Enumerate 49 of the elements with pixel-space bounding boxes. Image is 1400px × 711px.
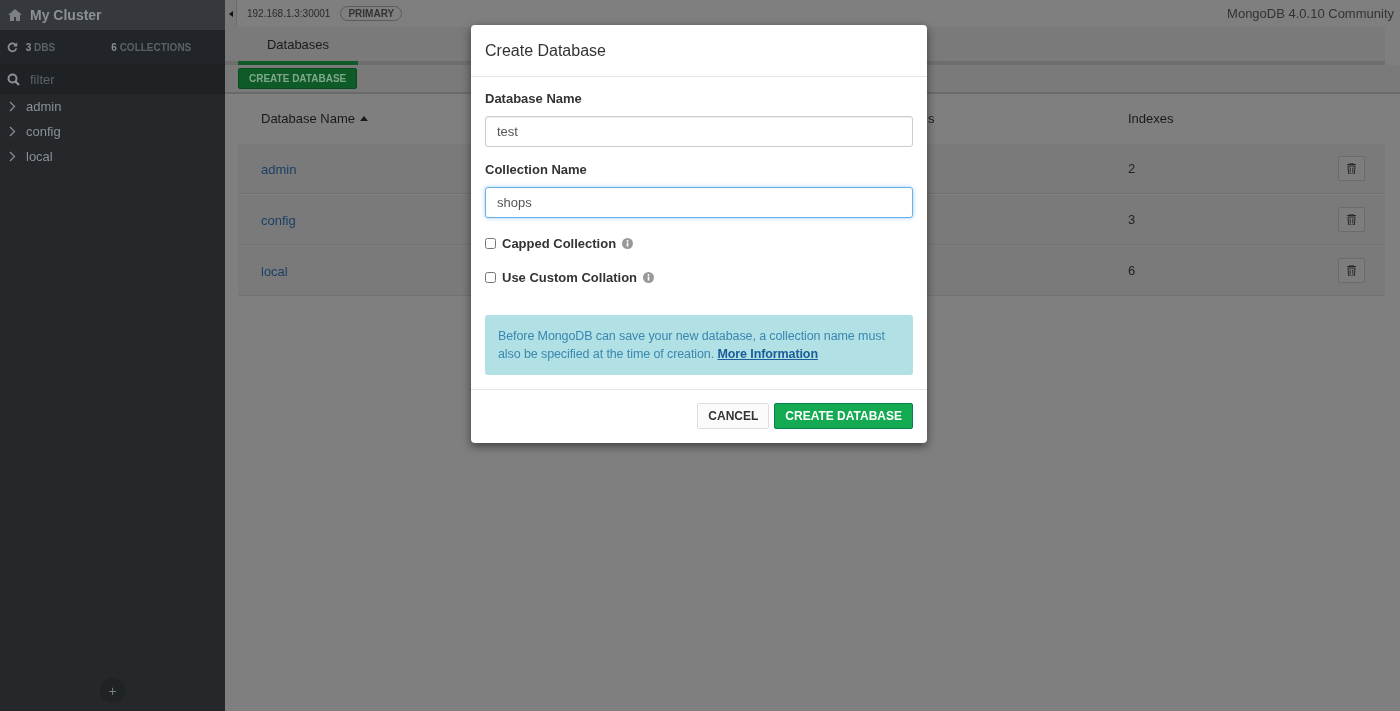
info-icon[interactable] xyxy=(643,271,655,283)
table-cell-text: 2 xyxy=(1128,161,1137,176)
stat-count: 6 COLLECTIONS xyxy=(111,41,193,53)
trash-icon xyxy=(1347,163,1356,174)
option-label: Use Custom Collation xyxy=(502,269,638,285)
create-button[interactable]: CREATE DATABASE xyxy=(774,403,913,429)
notice-text: Before MongoDB can save your new database, a collection name must also be specified at the time of creation. More Information xyxy=(498,328,886,363)
add-button[interactable]: + xyxy=(100,678,125,703)
version-label: MongoDB 4.0.10 Community xyxy=(1227,6,1394,21)
option-label: Capped Collection xyxy=(502,235,617,251)
info-icon[interactable] xyxy=(622,237,634,249)
stat-count: 3 DBS xyxy=(25,41,57,53)
caret-icon xyxy=(228,10,233,17)
chevron-right-icon xyxy=(9,126,16,137)
chevron-right-icon xyxy=(9,101,16,112)
checkbox[interactable] xyxy=(485,237,496,249)
delete-button[interactable] xyxy=(1338,207,1365,232)
delete-button[interactable] xyxy=(1338,258,1365,283)
database-link[interactable]: config xyxy=(261,212,296,228)
home-icon[interactable] xyxy=(8,9,22,21)
trash-icon xyxy=(1347,265,1356,276)
trash-icon xyxy=(1347,214,1356,225)
refresh-icon[interactable] xyxy=(7,41,18,53)
cancel-button[interactable]: CANCEL xyxy=(697,403,770,429)
filter-field[interactable]: filter xyxy=(0,64,225,94)
checkbox[interactable] xyxy=(485,271,496,283)
database-link[interactable]: local xyxy=(261,263,288,279)
sidebar-item[interactable]: config xyxy=(0,119,225,144)
input-field[interactable]: shops xyxy=(485,187,913,218)
input-field[interactable]: test xyxy=(485,116,913,147)
database-link[interactable]: admin xyxy=(261,161,297,177)
host-address: 192.168.1.3:30001 xyxy=(247,8,331,19)
field-label: Database Name xyxy=(485,91,583,106)
create-database-button[interactable]: CREATE DATABASE xyxy=(238,68,358,89)
field-label: Collection Name xyxy=(485,162,588,177)
column-header[interactable]: s xyxy=(928,111,1128,126)
chevron-right-icon xyxy=(9,151,16,162)
delete-button[interactable] xyxy=(1338,156,1365,181)
search-icon xyxy=(7,72,20,86)
sidebar-item[interactable]: admin xyxy=(0,94,225,119)
filter-input[interactable]: filter xyxy=(28,70,208,88)
sidebar-item[interactable]: local xyxy=(0,144,225,169)
more-information-link[interactable]: More Information xyxy=(717,347,818,361)
column-header[interactable]: Indexes xyxy=(1128,111,1338,126)
cluster-title: My Cluster xyxy=(30,7,102,23)
dialog-title: Create Database xyxy=(485,41,606,60)
collapse-button[interactable] xyxy=(225,0,237,27)
table-cell-text: 6 xyxy=(1128,263,1137,278)
table-cell-text: 3 xyxy=(1128,212,1137,227)
